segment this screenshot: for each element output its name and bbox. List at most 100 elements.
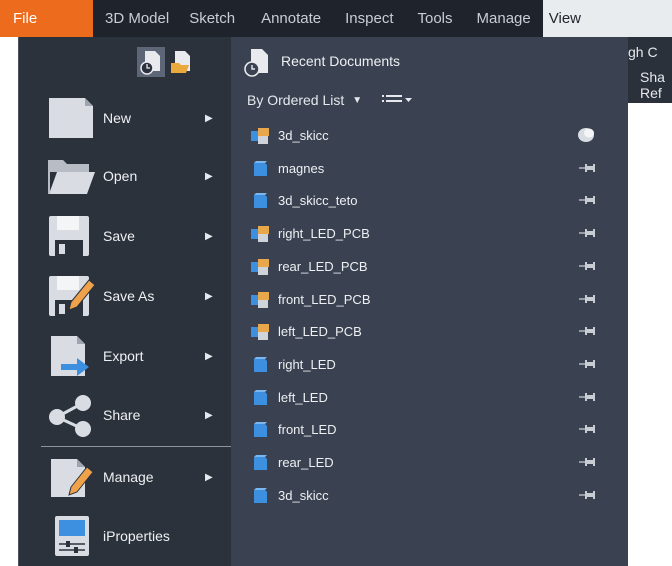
assembly-file-icon (251, 324, 269, 341)
assembly-file-icon (251, 291, 269, 308)
document-name: 3d_skicc (278, 128, 329, 143)
assembly-file-icon (251, 226, 269, 243)
ribbon-tab-bar: File 3D Model Sketch Annotate Inspect To… (0, 0, 672, 37)
document-name: 3d_skicc (278, 487, 329, 503)
pin-icon[interactable] (577, 192, 597, 208)
recent-document-row[interactable]: rear_LED_PCB (231, 252, 628, 282)
recent-document-row[interactable]: left_LED (231, 383, 628, 413)
recent-documents-pane: Recent Documents By Ordered List ▼ 3d_sk… (231, 37, 628, 566)
pin-icon[interactable] (577, 323, 597, 339)
document-name: right_LED (278, 356, 336, 372)
recent-documents-title: Recent Documents (281, 53, 401, 69)
document-name: left_LED (278, 389, 328, 405)
pin-icon[interactable] (577, 225, 597, 241)
menu-item-new[interactable]: New ▶ (19, 89, 231, 147)
pin-icon[interactable] (577, 421, 597, 437)
document-name: right_LED_PCB (278, 226, 370, 242)
recent-document-row[interactable]: 3d_skicc (231, 121, 628, 151)
submenu-arrow-icon: ▶ (205, 471, 213, 483)
export-icon (47, 334, 95, 378)
part-file-icon (251, 389, 269, 406)
tab-3d-model[interactable]: 3D Model (93, 0, 181, 37)
folder-open-icon (47, 154, 95, 198)
behind-label-2[interactable]: Sha (640, 69, 665, 85)
pin-icon[interactable] (577, 454, 597, 470)
menu-item-label: Save (103, 228, 135, 244)
recent-documents-view-icon[interactable] (137, 47, 165, 77)
file-menu: New ▶ Open ▶ Save ▶ Save As ▶ Export ▶ S… (18, 37, 628, 566)
document-name: rear_LED (278, 455, 334, 470)
part-file-icon (251, 455, 269, 471)
tab-file[interactable]: File (0, 0, 93, 37)
menu-item-export[interactable]: Export ▶ (19, 327, 231, 385)
order-by-dropdown[interactable]: By Ordered List ▼ (247, 92, 413, 108)
submenu-arrow-icon: ▶ (205, 290, 213, 302)
recent-document-row[interactable]: rear_LED (231, 448, 628, 478)
new-document-icon (47, 96, 95, 140)
file-menu-commands: New ▶ Open ▶ Save ▶ Save As ▶ Export ▶ S… (19, 37, 231, 566)
save-as-icon (47, 274, 96, 318)
tab-tools[interactable]: Tools (406, 0, 465, 37)
recent-document-row[interactable]: front_LED_PCB (231, 285, 628, 315)
menu-divider (41, 446, 231, 447)
submenu-arrow-icon: ▶ (205, 230, 213, 242)
tab-inspect[interactable]: Inspect (333, 0, 405, 37)
recent-document-row[interactable]: right_LED (231, 350, 628, 380)
menu-item-manage[interactable]: Manage ▶ (19, 448, 231, 506)
menu-item-share[interactable]: Share ▶ (19, 386, 231, 444)
document-name: front_LED (278, 422, 337, 438)
submenu-arrow-icon: ▶ (205, 170, 213, 182)
menu-item-iproperties[interactable]: iProperties (19, 507, 231, 565)
menu-item-save[interactable]: Save ▶ (19, 207, 231, 265)
list-view-icon[interactable] (382, 93, 413, 107)
pin-icon[interactable] (577, 356, 597, 372)
assembly-file-icon (251, 128, 269, 144)
document-name: left_LED_PCB (278, 324, 362, 340)
open-documents-view-icon[interactable] (169, 47, 195, 77)
menu-item-label: Export (103, 348, 144, 364)
menu-item-label: Open (103, 168, 138, 184)
tab-manage[interactable]: Manage (465, 0, 543, 37)
part-file-icon (251, 193, 269, 209)
part-file-icon (251, 160, 269, 177)
submenu-arrow-icon: ▶ (205, 112, 213, 124)
pin-icon[interactable] (577, 258, 597, 274)
menu-item-save-as[interactable]: Save As ▶ (19, 267, 231, 325)
tab-view[interactable]: View (542, 0, 672, 37)
menu-item-label: New (103, 110, 132, 126)
assembly-file-icon (251, 258, 269, 275)
document-name: 3d_skicc_teto (278, 193, 358, 209)
behind-label-3[interactable]: Ref (640, 85, 662, 101)
part-file-icon (251, 356, 269, 373)
recent-document-row[interactable]: 3d_skicc (231, 481, 628, 511)
iproperties-icon (53, 514, 93, 558)
manage-icon (47, 455, 95, 499)
pin-icon[interactable] (577, 160, 597, 176)
chevron-down-icon: ▼ (352, 94, 363, 106)
share-icon (47, 393, 95, 437)
behind-label-1: gh C (628, 44, 658, 60)
save-icon (47, 214, 95, 258)
menu-item-open[interactable]: Open ▶ (19, 147, 231, 205)
tab-sketch[interactable]: Sketch (181, 0, 247, 37)
recent-document-row[interactable]: magnes (231, 154, 628, 184)
recent-document-row[interactable]: 3d_skicc_teto (231, 186, 628, 216)
submenu-arrow-icon: ▶ (205, 350, 213, 362)
menu-item-label: Share (103, 407, 141, 423)
tab-annotate[interactable]: Annotate (247, 0, 333, 37)
pin-icon[interactable] (577, 291, 597, 307)
part-file-icon (251, 422, 269, 438)
pin-icon[interactable] (577, 389, 597, 405)
document-name: rear_LED_PCB (278, 258, 368, 274)
recent-document-row[interactable]: left_LED_PCB (231, 317, 628, 347)
document-name: magnes (278, 160, 325, 176)
recent-document-row[interactable]: right_LED_PCB (231, 219, 628, 249)
pin-icon[interactable] (577, 487, 597, 503)
order-by-label: By Ordered List (247, 92, 345, 108)
recent-document-row[interactable]: front_LED (231, 415, 628, 445)
menu-item-label: Manage (103, 469, 154, 485)
submenu-arrow-icon: ▶ (205, 409, 213, 421)
recent-documents-icon (241, 47, 271, 77)
part-file-icon (251, 487, 269, 504)
pinned-icon[interactable] (577, 127, 597, 143)
